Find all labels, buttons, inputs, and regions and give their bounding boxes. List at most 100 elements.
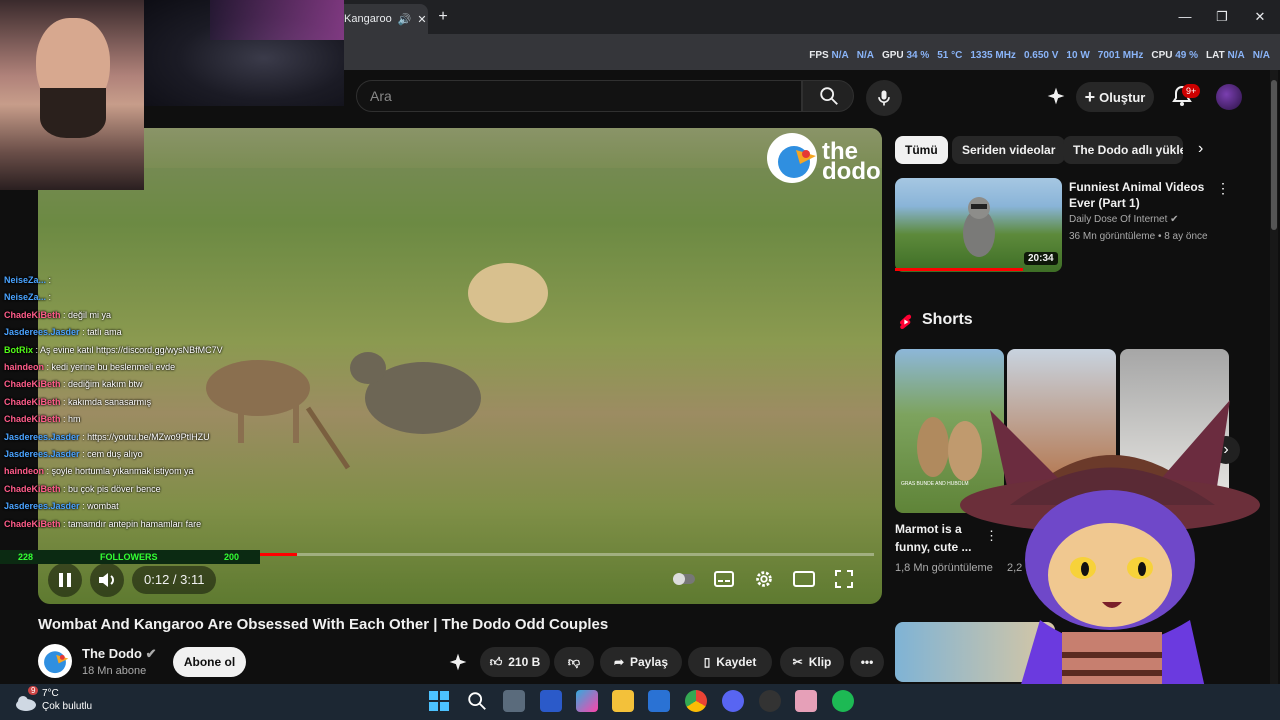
chat-message: haindeon : şoyle hortumla yıkanmak istiy…	[4, 463, 304, 480]
file-explorer-icon[interactable]	[612, 690, 634, 712]
streamer-beard	[40, 88, 106, 138]
chat-username: haindeon	[4, 466, 44, 477]
recommended-channel[interactable]: Daily Dose Of Internet ✔	[1069, 214, 1179, 225]
stat-item: 7001 MHz	[1098, 50, 1144, 61]
chat-text: : kedi yerine bu beslenmeli evde	[46, 362, 176, 373]
followers-goal-bar: 228 FOLLOWERS 200	[0, 550, 260, 564]
chat-username: ChadeKiBeth	[4, 518, 61, 529]
progress-bar[interactable]	[258, 553, 874, 556]
chat-text: : tatlı ama	[82, 327, 122, 338]
stat-value: 1335 MHz	[970, 50, 1016, 61]
chat-message: BotRix : Aş evine katıl https://discord.…	[4, 342, 304, 359]
channel-avatar[interactable]	[38, 644, 72, 678]
m365-icon[interactable]	[576, 690, 598, 712]
search-input[interactable]: Ara	[356, 80, 802, 112]
task-view-icon[interactable]	[503, 690, 525, 712]
clip-label: Klip	[808, 655, 832, 669]
recommended-channel-name: Daily Dose Of Internet	[1069, 214, 1168, 225]
scrollbar-thumb[interactable]	[1271, 80, 1277, 230]
chat-message: ChadeKiBeth : kakımda sanasarmış	[4, 394, 304, 411]
gemini-sparkle-icon[interactable]	[1046, 86, 1066, 106]
ask-ai-button[interactable]	[448, 652, 470, 674]
spotify-icon[interactable]	[832, 690, 854, 712]
chat-text: : hm	[63, 414, 81, 425]
scissors-icon: ✂	[792, 655, 803, 669]
stat-value: N/A	[831, 50, 849, 61]
save-label: Kaydet	[716, 655, 757, 669]
stat-item: GPU 34 %	[882, 50, 929, 61]
discord-icon[interactable]	[722, 690, 744, 712]
pause-icon	[59, 573, 71, 587]
autoplay-toggle[interactable]	[668, 563, 700, 595]
kebab-menu-icon[interactable]: ⋮	[1216, 180, 1230, 197]
volume-button[interactable]	[90, 563, 124, 597]
minimize-icon[interactable]: —	[1175, 8, 1195, 26]
search-icon	[820, 87, 838, 105]
followers-goal: 200	[224, 552, 240, 562]
stat-value: N/A	[1252, 50, 1270, 61]
more-actions-button[interactable]: •••	[850, 647, 884, 677]
chip-uploader[interactable]: The Dodo adlı yükleyici	[1063, 136, 1183, 164]
stat-value: 34 %	[906, 50, 930, 61]
stat-value: 0.650 V	[1023, 50, 1059, 61]
chat-text: : kakımda sanasarmış	[63, 396, 152, 407]
obs-icon[interactable]	[759, 690, 781, 712]
search-icon[interactable]	[466, 690, 488, 712]
dislike-button[interactable]: 👎︎	[554, 647, 594, 677]
chat-text: :	[48, 292, 52, 303]
volume-icon	[99, 573, 114, 587]
chevron-right-icon[interactable]: ›	[1198, 140, 1218, 160]
chrome-icon[interactable]	[685, 690, 707, 712]
app-l-icon[interactable]	[540, 690, 562, 712]
windows-start-icon[interactable]	[428, 690, 450, 712]
channel-name[interactable]: The Dodo ✔	[82, 646, 156, 662]
chat-username: ChadeKiBeth	[4, 414, 61, 425]
share-button[interactable]: ➦ Paylaş	[600, 647, 682, 677]
stat-key: FPS	[809, 50, 829, 61]
chat-message: Jasderees.Jasder : https://youtu.be/MZwo…	[4, 429, 304, 446]
voice-search-button[interactable]	[866, 80, 902, 116]
fullscreen-button[interactable]	[828, 563, 860, 595]
pause-button[interactable]	[48, 563, 82, 597]
speaker-icon: 🔊	[397, 13, 412, 26]
clip-button[interactable]: ✂ Klip	[780, 647, 844, 677]
close-window-icon[interactable]: ✕	[1250, 8, 1270, 26]
chat-username: ChadeKiBeth	[4, 379, 61, 390]
chat-username: BotRix	[4, 344, 33, 355]
chat-message: ChadeKiBeth : tamamdır antepin hamamları…	[4, 516, 304, 533]
create-button[interactable]: + Oluştur	[1076, 82, 1154, 112]
dodo-bird-icon	[44, 651, 69, 674]
recommended-title[interactable]: Funniest Animal Videos Ever (Part 1)	[1069, 179, 1209, 211]
stat-value: 10 W	[1066, 50, 1090, 61]
tab-close-icon[interactable]: ✕	[417, 13, 426, 26]
chat-text: : bu çok pis döver bence	[63, 483, 161, 494]
account-avatar[interactable]	[1216, 84, 1242, 110]
chat-text: : şoyle hortumla yıkanmak istiyom ya	[46, 466, 194, 477]
chat-message: Jasderees.Jasder : wombat	[4, 498, 304, 515]
thumbs-down-icon: 👎︎	[567, 654, 581, 669]
chip-all[interactable]: Tümü	[895, 136, 948, 164]
save-button[interactable]: ▯ Kaydet	[688, 647, 772, 677]
subtitles-button[interactable]	[708, 563, 740, 595]
chat-message: NeiseZa... :	[4, 272, 304, 289]
subscribe-button[interactable]: Abone ol	[173, 647, 246, 677]
theater-icon	[793, 571, 815, 587]
chip-series[interactable]: Seriden videolar	[952, 136, 1066, 164]
like-button[interactable]: 👍︎ 210 B	[480, 647, 550, 677]
new-tab-icon[interactable]: +	[434, 8, 452, 26]
settings-button[interactable]	[748, 563, 780, 595]
chat-username: NeiseZa...	[4, 275, 47, 285]
browser-tab[interactable]: Kangaroo 🔊 ✕	[336, 4, 428, 34]
stat-value: 49 %	[1175, 50, 1199, 61]
store-icon[interactable]	[648, 690, 670, 712]
search-placeholder: Ara	[370, 88, 392, 104]
chat-username: ChadeKiBeth	[4, 483, 61, 494]
maximize-icon[interactable]: ❐	[1212, 8, 1232, 26]
search-button[interactable]	[802, 80, 854, 112]
theater-mode-button[interactable]	[788, 563, 820, 595]
vtube-studio-icon[interactable]	[795, 690, 817, 712]
stat-item: N/A	[857, 50, 874, 61]
verified-icon: ✔	[1170, 214, 1179, 225]
dodo-bird-icon	[767, 133, 817, 183]
recommended-meta: 36 Mn görüntüleme • 8 ay önce	[1069, 231, 1208, 242]
